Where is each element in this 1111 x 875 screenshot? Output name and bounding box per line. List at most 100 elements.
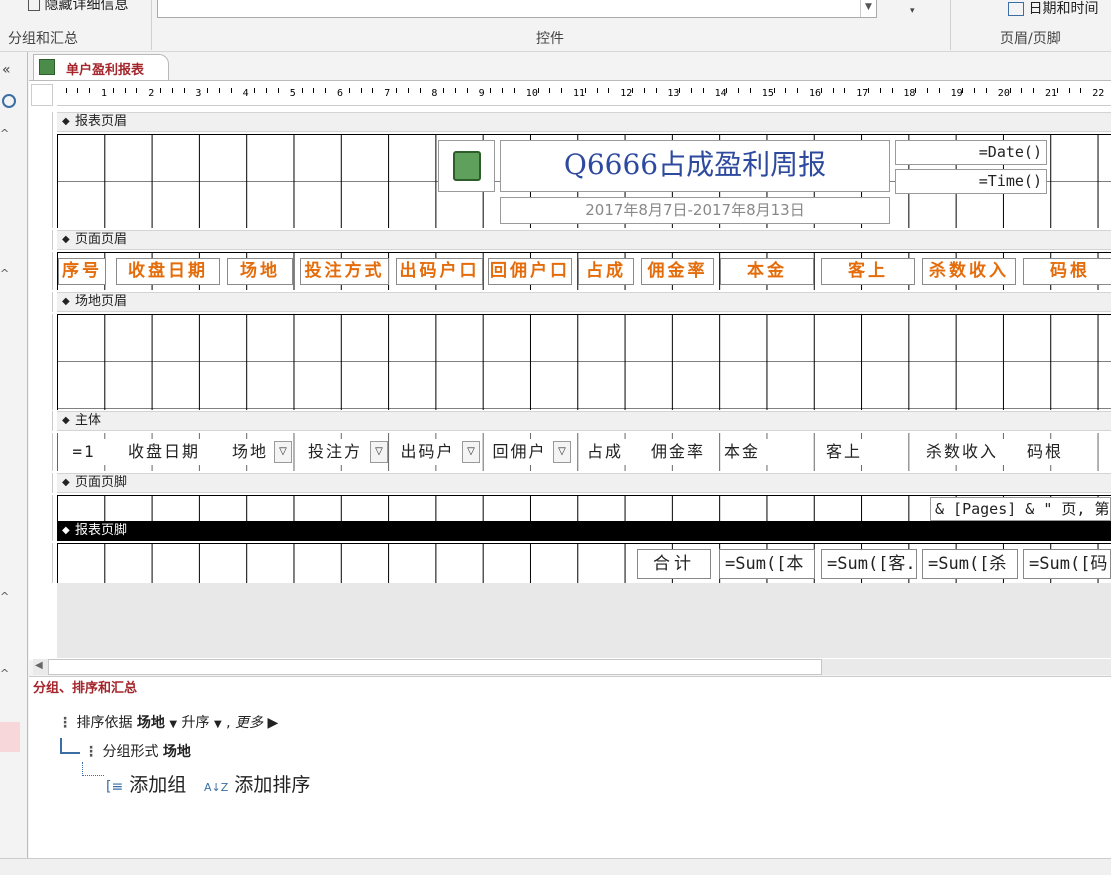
chevron-down-icon[interactable]: ▼ [214, 719, 222, 730]
ruler-tick [844, 88, 846, 93]
sum-field[interactable]: =Sum([客. [821, 549, 917, 579]
sum-field[interactable]: =Sum([码 [1023, 549, 1111, 579]
detail-field[interactable]: 佣金率 [642, 439, 714, 465]
details-icon [28, 0, 40, 11]
collapse-icon[interactable]: ^ [0, 267, 9, 280]
section-marker-icon: ◆ [62, 116, 70, 127]
section-bar-report-header[interactable]: ◆ 报表页眉 [57, 112, 1111, 132]
sort-order-select[interactable]: 升序 [182, 715, 210, 731]
column-header[interactable]: 收盘日期 [116, 258, 220, 285]
sum-field[interactable]: =Sum([本 [719, 549, 815, 579]
time-field[interactable]: =Time() [895, 169, 1047, 194]
ruler-tick [655, 88, 657, 93]
horizontal-ruler: 1 2 3 4 5 6 7 8 9 10 11 12 13 14 15 16 17 18 19 20 21 22 [57, 84, 1111, 106]
detail-field[interactable]: 码根 [1027, 439, 1097, 465]
report-subtitle[interactable]: 2017年8月7日-2017年8月13日 [500, 197, 890, 224]
ruler-tick [785, 88, 787, 93]
detail-field[interactable]: 收盘日期 [112, 439, 216, 465]
sum-field[interactable]: =Sum([杀 [922, 549, 1018, 579]
ruler-mark: 5 [289, 88, 296, 99]
detail-field[interactable]: 占成 [580, 439, 630, 465]
chevron-down-icon[interactable]: ▽ [553, 441, 571, 463]
report-selector[interactable] [31, 84, 53, 106]
column-header[interactable]: 码根 [1023, 258, 1111, 285]
detail-field[interactable]: 本金 [724, 439, 804, 465]
section-bar-report-footer[interactable]: ◆ 报表页脚 [57, 521, 1111, 541]
ruler-tick [89, 88, 91, 93]
chevron-down-icon[interactable]: ▽ [370, 441, 388, 463]
total-label[interactable]: 合计 [637, 549, 711, 579]
column-header[interactable]: 客上 [821, 258, 915, 285]
report-title[interactable]: Q6666占成盈利周报 [500, 140, 890, 192]
chevron-down-icon[interactable]: ▽ [462, 441, 480, 463]
column-header[interactable]: 投注方式 [300, 258, 389, 285]
column-header[interactable]: 佣金率 [641, 258, 714, 285]
ruler-tick [820, 88, 822, 93]
section-bar-venue-header[interactable]: ◆ 场地页眉 [57, 292, 1111, 312]
ruler-mark: 7 [384, 88, 391, 99]
control-combo[interactable]: ▼ [157, 0, 877, 18]
ruler-tick [868, 88, 869, 93]
section-bar-detail[interactable]: ◆ 主体 [57, 411, 1111, 431]
logo-image[interactable] [438, 140, 495, 192]
column-header[interactable]: 占成 [578, 258, 634, 285]
detail-combo[interactable]: 出码户 [395, 439, 460, 465]
collapse-icon[interactable]: ^ [0, 590, 9, 603]
ruler-tick [596, 88, 598, 93]
detail-field[interactable]: =1 [62, 439, 106, 465]
ruler-tick [136, 88, 138, 93]
ribbon-dropdown-arrow[interactable]: ▾ [910, 6, 915, 16]
column-header[interactable]: 序号 [58, 258, 106, 285]
ruler-mark: 9 [478, 88, 485, 99]
ruler-tick [797, 88, 799, 93]
ruler-tick [455, 88, 456, 93]
vruler-segment [31, 543, 53, 583]
chevron-down-icon[interactable]: ▽ [274, 441, 292, 463]
date-field[interactable]: =Date() [895, 140, 1047, 165]
detail-combo[interactable]: 场地 [226, 439, 274, 465]
column-header[interactable]: 本金 [720, 258, 814, 285]
column-header[interactable]: 杀数收入 [922, 258, 1016, 285]
ruler-mark: 6 [337, 88, 344, 99]
column-header[interactable]: 回佣户口 [488, 258, 572, 285]
hide-details-button[interactable]: 隐藏详细信息 [28, 0, 128, 14]
ruler-mark: 3 [195, 88, 202, 99]
ruler-tick [891, 88, 893, 93]
drag-handle-icon[interactable]: ⋮ [58, 715, 72, 731]
sort-field-select[interactable]: 场地 [137, 715, 165, 731]
column-header[interactable]: 出码户口 [396, 258, 483, 285]
group-row[interactable]: ⋮ 分组形式 场地 [84, 741, 191, 761]
detail-combo[interactable]: 回佣户 [488, 439, 551, 465]
add-group-button[interactable]: [≡ 添加组 [106, 770, 186, 797]
group-field-select[interactable]: 场地 [163, 744, 191, 760]
date-time-button[interactable]: 日期和时间 [1008, 0, 1098, 18]
detail-combo[interactable]: 投注方 [300, 439, 370, 465]
page-number-field[interactable]: & [Pages] & " 页, 第 [930, 497, 1111, 521]
search-icon[interactable] [2, 94, 16, 108]
chevron-down-icon[interactable]: ▼ [860, 0, 876, 17]
add-sort-button[interactable]: A↓Z 添加排序 [204, 770, 310, 797]
scrollbar-thumb[interactable] [48, 659, 822, 675]
document-tab-bar [29, 52, 1111, 80]
section-marker-icon: ◆ [62, 477, 70, 488]
drag-handle-icon[interactable]: ⋮ [84, 744, 98, 760]
ruler-mark: 20 [997, 88, 1010, 99]
scroll-left-icon[interactable]: ◀ [35, 660, 43, 671]
expand-nav-icon[interactable]: « [2, 62, 11, 78]
ruler-mark: 14 [714, 88, 727, 99]
section-bar-page-header[interactable]: ◆ 页面页眉 [57, 230, 1111, 250]
chevron-down-icon[interactable]: ▼ [169, 719, 177, 730]
more-link[interactable]: 更多 ▶ [235, 715, 278, 731]
tab-report[interactable]: 单户盈利报表 [33, 54, 169, 81]
vertical-ruler [31, 110, 53, 658]
venue-header-section[interactable] [57, 314, 1111, 410]
detail-field[interactable]: 客上 [826, 439, 906, 465]
column-header[interactable]: 场地 [227, 258, 293, 285]
section-bar-page-footer[interactable]: ◆ 页面页脚 [57, 473, 1111, 493]
ruler-tick [537, 88, 539, 93]
collapse-icon[interactable]: ^ [0, 667, 9, 680]
sort-row[interactable]: ⋮ 排序依据 场地 ▼ 升序 ▼ , 更多 ▶ [58, 712, 278, 732]
ruler-mark: 21 [1045, 88, 1058, 99]
collapse-icon[interactable]: ^ [0, 127, 9, 140]
detail-field[interactable]: 杀数收入 [926, 439, 1016, 465]
